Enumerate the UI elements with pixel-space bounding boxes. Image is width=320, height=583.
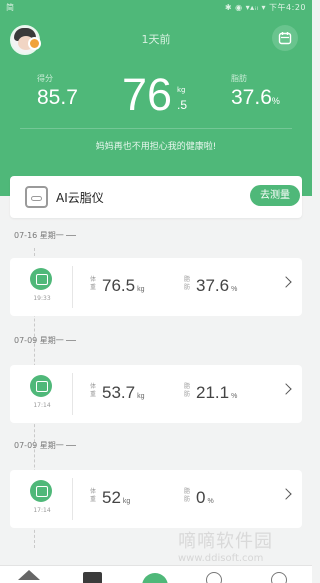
fat-unit: %	[271, 96, 280, 106]
record-weight-value: 52	[102, 488, 121, 507]
record-fat-value: 37.6	[196, 276, 230, 295]
device-name: AI云脂仪	[56, 191, 104, 205]
weight-decimal: .5	[177, 98, 188, 112]
record-date: 07-16 星期一	[14, 231, 64, 240]
record-fat: 0%	[196, 488, 214, 508]
record-weight: 76.5 kg	[102, 276, 145, 296]
record-time: 17:14	[33, 507, 51, 514]
calendar-icon	[278, 32, 292, 45]
record-fat-unit: %	[231, 393, 238, 400]
record-card[interactable]: 17:14 体重 52 kg 脂肪 0%	[10, 470, 302, 528]
fat-value-group: 37.6%	[231, 86, 280, 110]
scale-icon	[25, 186, 48, 208]
record-separator	[72, 266, 73, 308]
fat-label: 脂肪	[184, 276, 191, 291]
record-weight: 52 kg	[102, 488, 130, 508]
weight-label: 体重	[90, 488, 97, 503]
record-weight-value: 53.7	[102, 383, 136, 402]
chevron-right-icon	[280, 488, 292, 500]
home-icon[interactable]	[18, 570, 40, 580]
record-time: 17:14	[33, 402, 51, 409]
record-fat-value: 21.1	[196, 383, 230, 402]
record-fat: 21.1%	[196, 383, 237, 403]
record-separator	[72, 478, 73, 520]
header-divider	[20, 128, 292, 129]
chevron-right-icon	[280, 276, 292, 288]
scale-icon	[30, 375, 52, 397]
weight-label: 体重	[90, 276, 97, 291]
chevron-right-icon	[280, 383, 292, 395]
record-card[interactable]: 19:33 体重 76.5 kg 脂肪 37.6%	[10, 258, 302, 316]
record-date-header: 07-09 星期一	[14, 440, 76, 451]
watermark-url: www.ddisoft.com	[178, 553, 264, 564]
status-bar: 简 ✱ ◉ ▾▴ᵢₗ ▾ 下午4:20	[0, 0, 312, 14]
measurement-date: 1天前	[141, 33, 171, 46]
fat-label: 脂肪	[184, 383, 191, 398]
record-fat-value: 0	[196, 488, 206, 507]
status-bar-right: ✱ ◉ ▾▴ᵢₗ ▾ 下午4:20	[224, 3, 306, 12]
send-icon[interactable]	[206, 572, 222, 583]
score-value: 85.7	[37, 86, 78, 109]
record-date: 07-09 星期一	[14, 336, 64, 345]
slogan: 妈妈再也不用担心我的健康啦!	[95, 142, 217, 152]
record-date-header: 07-09 星期一	[14, 335, 76, 346]
record-date: 07-09 星期一	[14, 441, 64, 450]
watermark-text: 嘀嘀软件园	[178, 531, 273, 552]
record-weight-value: 76.5	[102, 276, 136, 295]
record-weight: 53.7 kg	[102, 383, 145, 403]
record-card[interactable]: 17:14 体重 53.7 kg 脂肪 21.1%	[10, 365, 302, 423]
record-weight-unit: kg	[137, 286, 145, 293]
score-label: 得分	[37, 74, 53, 83]
fat-label: 脂肪	[231, 74, 247, 83]
record-separator	[72, 373, 73, 415]
weight-unit: kg	[177, 86, 186, 94]
weight-value: 76	[122, 69, 173, 120]
record-fat: 37.6%	[196, 276, 237, 296]
status-bar-left: 简	[6, 3, 14, 12]
tab-square-icon[interactable]	[83, 572, 102, 583]
record-weight-unit: kg	[137, 393, 145, 400]
scale-icon	[30, 480, 52, 502]
calendar-button[interactable]	[272, 25, 298, 51]
record-fat-unit: %	[231, 286, 238, 293]
scale-icon	[30, 268, 52, 290]
measure-button[interactable]: 去测量	[250, 185, 300, 206]
record-date-header: 07-16 星期一	[14, 230, 76, 241]
record-time: 19:33	[33, 295, 51, 302]
profile-icon[interactable]	[271, 572, 287, 583]
record-weight-unit: kg	[122, 498, 131, 505]
record-fat-unit: %	[207, 498, 214, 505]
fat-label: 脂肪	[184, 488, 191, 503]
fat-value: 37.6	[231, 86, 272, 109]
weight-label: 体重	[90, 383, 97, 398]
